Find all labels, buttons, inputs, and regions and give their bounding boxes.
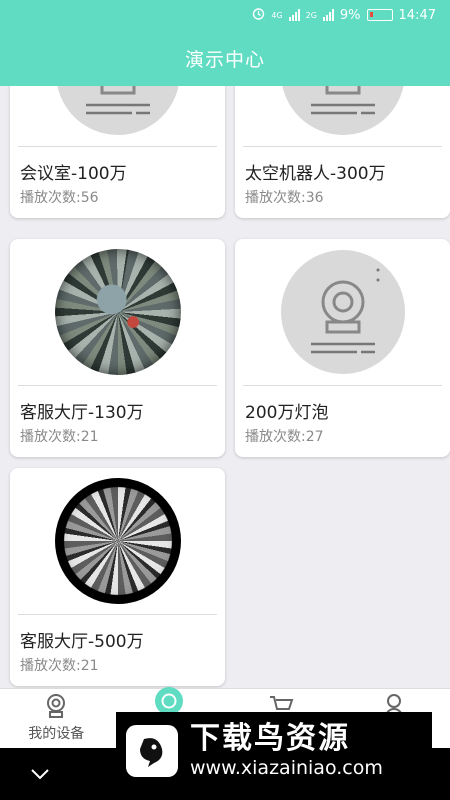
card-play-count: 播放次数:36 [245, 190, 324, 206]
network-type-2: 2G [305, 10, 317, 20]
network-type-1: 4G [271, 10, 283, 20]
card-title: 太空机器人-300万 [245, 164, 386, 184]
page-title: 演示中心 [184, 48, 265, 71]
fisheye-preview-image [54, 478, 181, 604]
chevron-down-icon[interactable] [30, 765, 50, 784]
camera-placeholder-icon [280, 86, 405, 135]
tab-label: 我的设备 [28, 726, 85, 742]
watermark-url: www.xiazainiao.com [190, 757, 383, 779]
clock-time: 14:47 [398, 7, 436, 23]
watermark-title: 下载鸟资源 [190, 721, 350, 756]
card-thumbnail [10, 239, 225, 385]
card-title: 会议室-100万 [20, 164, 127, 184]
card-thumbnail [235, 239, 450, 385]
watermark-overlay: 下载鸟资源 www.xiazainiao.com [116, 712, 432, 790]
bird-logo-icon [126, 725, 178, 777]
device-grid[interactable]: 会议室-100万 播放次数:56 太空机器人-300万 播放次数:36 客服大厅… [0, 86, 450, 688]
fisheye-preview-image [54, 249, 181, 375]
battery-percent: 9% [339, 7, 361, 23]
card-title: 200万灯泡 [245, 403, 329, 423]
camera-icon [43, 693, 69, 719]
demo-card[interactable]: 客服大厅-130万 播放次数:21 [10, 239, 225, 457]
card-title: 客服大厅-130万 [20, 403, 144, 423]
card-title: 客服大厅-500万 [20, 632, 144, 652]
battery-low-icon [366, 9, 393, 21]
card-play-count: 播放次数:56 [20, 190, 99, 206]
card-play-count: 播放次数:27 [245, 429, 324, 445]
demo-card[interactable]: 太空机器人-300万 播放次数:36 [235, 86, 450, 218]
demo-circle-icon [154, 687, 183, 715]
title-bar: 演示中心 [0, 30, 450, 86]
signal-icon [288, 9, 300, 21]
camera-placeholder-icon [280, 250, 405, 374]
camera-placeholder-icon [55, 86, 180, 135]
demo-card[interactable]: 会议室-100万 播放次数:56 [10, 86, 225, 218]
card-thumbnail [10, 86, 225, 146]
card-play-count: 播放次数:21 [20, 429, 99, 445]
card-thumbnail [10, 468, 225, 614]
demo-card[interactable]: 客服大厅-500万 播放次数:21 [10, 468, 225, 686]
card-play-count: 播放次数:21 [20, 658, 99, 674]
demo-card[interactable]: 200万灯泡 播放次数:27 [235, 239, 450, 457]
tab-my-devices[interactable]: 我的设备 [0, 689, 113, 748]
status-bar: 4G 2G 9% 14:47 [0, 0, 450, 30]
alarm-icon [252, 7, 265, 24]
signal-icon-2 [322, 9, 334, 21]
card-thumbnail [235, 86, 450, 146]
